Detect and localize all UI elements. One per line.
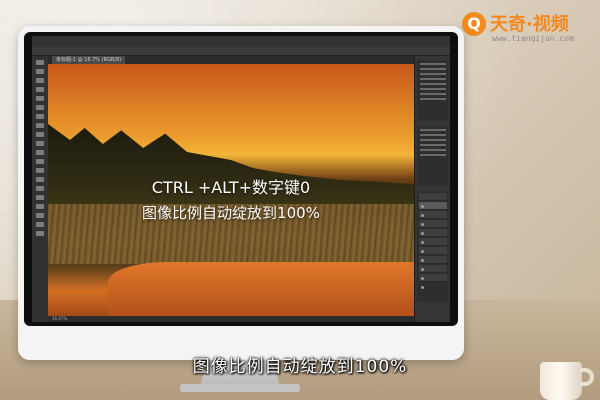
layer-row[interactable] [419, 193, 447, 208]
ps-document-tabs: 未标题-1 @ 16.7% (RGB/8) [48, 56, 414, 64]
layers-panel [417, 192, 449, 302]
crop-tool-icon[interactable] [36, 96, 44, 101]
eye-icon[interactable] [421, 286, 424, 289]
history-brush-tool-icon[interactable] [36, 141, 44, 146]
monitor-bezel: 未标题-1 @ 16.7% (RGB/8) CTRL +ALT+数字键0 图像比… [24, 32, 458, 326]
panel-row [420, 134, 446, 136]
panel-row [420, 154, 446, 156]
eraser-tool-icon[interactable] [36, 150, 44, 155]
panel-row [420, 78, 446, 80]
layer-row[interactable] [419, 229, 447, 244]
monitor: 未标题-1 @ 16.7% (RGB/8) CTRL +ALT+数字键0 图像比… [18, 26, 464, 360]
layer-row[interactable] [419, 238, 447, 253]
marquee-tool-icon[interactable] [36, 69, 44, 74]
ps-menu-bar[interactable] [32, 36, 450, 51]
layer-row[interactable] [419, 274, 447, 289]
brand-logo: Q 天奇·视频 www.tianqijun.com [462, 6, 592, 46]
ps-status-bar: 16.67% [48, 316, 414, 322]
panel-row [420, 139, 446, 141]
panel-row [420, 93, 446, 95]
brand-logo-icon: Q [462, 12, 486, 36]
ps-toolbar [32, 56, 48, 322]
panel-row [420, 83, 446, 85]
shape-tool-icon[interactable] [36, 213, 44, 218]
panel-row [420, 73, 446, 75]
eyedropper-tool-icon[interactable] [36, 105, 44, 110]
river-reflection [108, 262, 414, 316]
properties-panel[interactable] [417, 60, 449, 120]
panel-row [420, 149, 446, 151]
layer-row[interactable] [419, 265, 447, 280]
dodge-tool-icon[interactable] [36, 177, 44, 182]
panel-row [420, 68, 446, 70]
lasso-tool-icon[interactable] [36, 78, 44, 83]
brush-tool-icon[interactable] [36, 123, 44, 128]
panel-row [420, 129, 446, 131]
ps-document-tab[interactable]: 未标题-1 @ 16.7% (RGB/8) [52, 56, 126, 64]
type-tool-icon[interactable] [36, 195, 44, 200]
panel-row [420, 144, 446, 146]
quick-select-tool-icon[interactable] [36, 87, 44, 92]
layer-row[interactable] [419, 211, 447, 226]
healing-tool-icon[interactable] [36, 114, 44, 119]
coffee-mug [540, 362, 582, 400]
pen-tool-icon[interactable] [36, 186, 44, 191]
gradient-tool-icon[interactable] [36, 159, 44, 164]
panel-row [420, 98, 446, 100]
blur-tool-icon[interactable] [36, 168, 44, 173]
shortcut-caption: CTRL +ALT+数字键0 [151, 178, 311, 197]
panel-row [420, 88, 446, 90]
adjustments-panel[interactable] [417, 126, 449, 186]
layer-row[interactable] [419, 220, 447, 235]
shortcut-description: 图像比例自动绽放到100% [142, 204, 320, 222]
stamp-tool-icon[interactable] [36, 132, 44, 137]
layer-row[interactable] [419, 247, 447, 262]
ps-right-panels [414, 56, 450, 322]
layer-row[interactable] [419, 202, 447, 217]
move-tool-icon[interactable] [36, 60, 44, 65]
monitor-stand-base [180, 384, 300, 392]
path-select-tool-icon[interactable] [36, 204, 44, 209]
video-subtitle: 图像比例自动绽放到100% [192, 357, 408, 377]
zoom-tool-icon[interactable] [36, 231, 44, 236]
brand-url: www.tianqijun.com [492, 34, 574, 43]
ps-options-bar[interactable] [32, 46, 450, 56]
photoshop-window: 未标题-1 @ 16.7% (RGB/8) CTRL +ALT+数字键0 图像比… [32, 36, 450, 322]
layer-row[interactable] [419, 256, 447, 271]
brand-name: 天奇·视频 [490, 14, 569, 35]
panel-row [420, 63, 446, 65]
document-canvas[interactable]: CTRL +ALT+数字键0 图像比例自动绽放到100% [48, 64, 414, 316]
hand-tool-icon[interactable] [36, 222, 44, 227]
